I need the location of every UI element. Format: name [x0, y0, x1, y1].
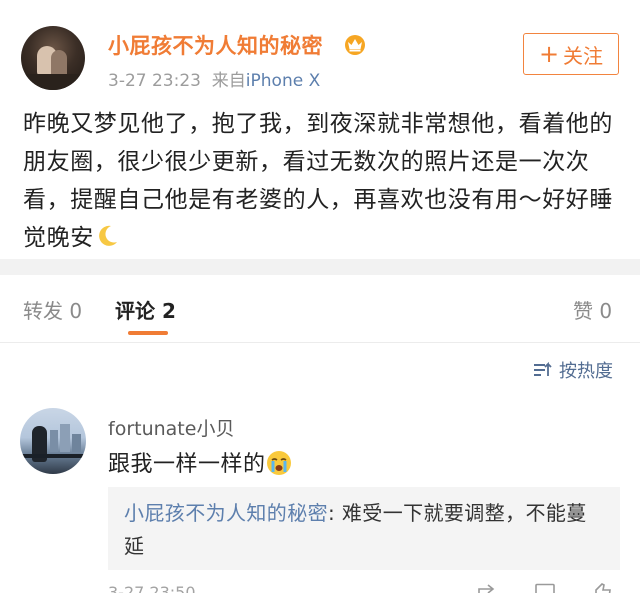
reply-box[interactable]: 小屁孩不为人知的秘密: 难受一下就要调整，不能蔓延	[108, 487, 620, 570]
tab-likes[interactable]: 赞 0	[573, 295, 612, 324]
crying-face-icon	[266, 451, 291, 475]
commenter-name[interactable]: fortunate小贝	[108, 414, 234, 441]
avatar-building	[72, 434, 81, 452]
weibo-post-page: 小屁孩不为人知的秘密 3-27 23:23 来自iPhone X + 关注 昨晚…	[0, 0, 640, 593]
follow-label: 关注	[563, 43, 604, 68]
author-avatar[interactable]	[21, 26, 85, 90]
avatar-building	[60, 424, 70, 452]
tab-repost[interactable]: 转发 0	[23, 295, 82, 324]
sort-icon	[534, 361, 552, 376]
reply-author[interactable]: 小屁孩不为人知的秘密	[124, 501, 328, 525]
post-time: 3-27 23:23	[108, 71, 201, 91]
sort-label: 按热度	[559, 361, 613, 382]
comment-text: 跟我一样一样的	[108, 446, 292, 478]
plus-icon: +	[538, 40, 560, 68]
author-name[interactable]: 小屁孩不为人知的秘密	[108, 30, 323, 60]
section-divider	[0, 259, 640, 275]
avatar-floor	[21, 74, 85, 90]
comment-icon[interactable]	[534, 583, 556, 593]
active-tab-indicator	[128, 331, 168, 335]
crescent-moon-icon	[98, 225, 117, 246]
post-source-prefix: 来自	[211, 71, 246, 91]
crown-badge-icon	[345, 35, 365, 55]
post-content: 昨晚又梦见他了，抱了我，到夜深就非常想他，看着他的朋友圈，很少很少更新，看过无数…	[23, 105, 623, 257]
comment-text-body: 跟我一样一样的	[108, 452, 266, 477]
post-source-device[interactable]: iPhone X	[246, 71, 320, 91]
sort-by-hot-button[interactable]: 按热度	[533, 357, 613, 383]
avatar-rail	[20, 454, 86, 458]
tab-comments[interactable]: 评论 2	[115, 295, 176, 324]
tabs-divider	[0, 342, 640, 343]
post-meta: 3-27 23:23 来自iPhone X	[108, 66, 320, 91]
comment-time: 3-27 23:50	[108, 583, 196, 593]
share-icon[interactable]	[476, 583, 498, 593]
follow-button[interactable]: + 关注	[523, 33, 619, 75]
avatar-building	[50, 430, 58, 452]
commenter-avatar[interactable]	[20, 408, 86, 474]
like-icon[interactable]	[592, 583, 614, 593]
